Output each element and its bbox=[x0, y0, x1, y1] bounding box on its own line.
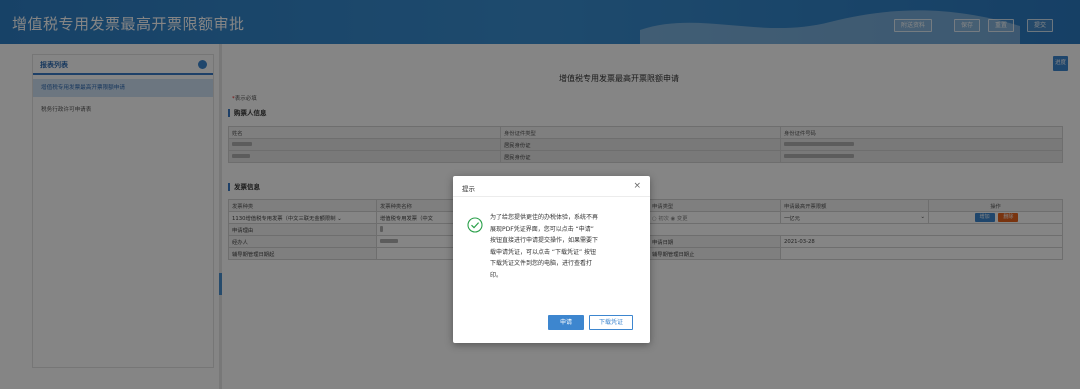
notice-dialog: 提示 × 为了给您提供更佳的办税体验，系统不再 展现PDF凭证界面，您可以点击 … bbox=[453, 176, 650, 343]
close-icon[interactable]: × bbox=[633, 181, 641, 191]
dialog-message: 为了给您提供更佳的办税体验，系统不再 展现PDF凭证界面，您可以点击 “申请” … bbox=[490, 212, 640, 282]
dialog-message-line: 印。 bbox=[490, 271, 503, 279]
download-voucher-button[interactable]: 下载凭证 bbox=[589, 315, 633, 330]
dialog-message-line: 展现PDF凭证界面，您可以点击 “申请” bbox=[490, 225, 594, 233]
dialog-header: 提示 × bbox=[453, 176, 650, 197]
dialog-message-line: 为了给您提供更佳的办税体验，系统不再 bbox=[490, 214, 599, 221]
success-check-icon bbox=[467, 217, 483, 233]
dialog-message-line: 下载凭证文件到您的电脑，进行查看打 bbox=[490, 260, 593, 268]
apply-button[interactable]: 申请 bbox=[548, 315, 584, 330]
dialog-message-line: 按钮直接进行申请提交操作，如果需要下 bbox=[490, 237, 599, 245]
dialog-message-line: 载申请凭证，可以点击 “下载凭证” 按钮 bbox=[490, 248, 597, 256]
dialog-title: 提示 bbox=[462, 185, 475, 193]
